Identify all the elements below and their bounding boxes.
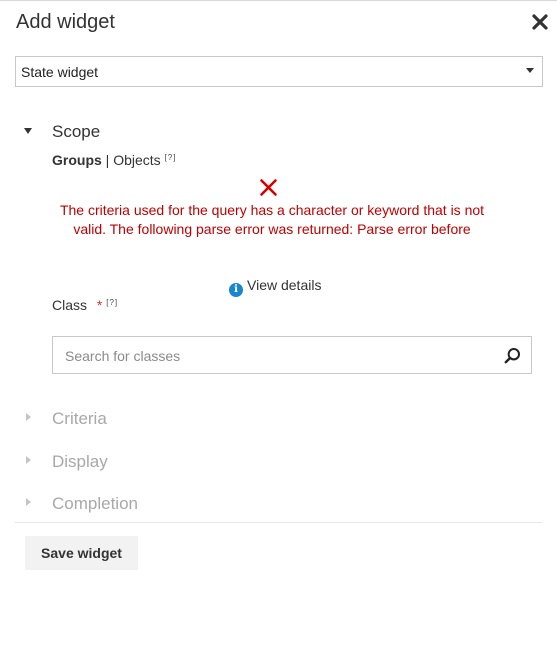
error-x-icon (260, 179, 277, 196)
collapsed-triangle-icon (26, 498, 31, 506)
top-border (0, 0, 557, 1)
section-scope-label: Scope (52, 122, 101, 141)
chevron-down-icon (526, 68, 534, 73)
widget-type-select[interactable]: State widget (15, 56, 543, 87)
close-icon[interactable] (530, 12, 550, 32)
view-details-label: View details (247, 277, 322, 293)
class-label: Class (52, 297, 88, 313)
tab-groups[interactable]: Groups (52, 152, 102, 168)
save-widget-button[interactable]: Save widget (25, 536, 138, 570)
view-details-link[interactable]: i View details (229, 277, 321, 297)
class-help-link[interactable]: [?] (106, 298, 118, 307)
dialog-title: Add widget (16, 11, 115, 33)
tab-separator: | (105, 152, 110, 168)
section-completion-label: Completion (52, 494, 138, 513)
required-marker: * (96, 297, 103, 313)
section-display-label: Display (52, 452, 108, 471)
collapsed-triangle-icon (26, 413, 31, 421)
tab-objects[interactable]: Objects (113, 152, 160, 168)
class-search-input[interactable] (65, 346, 485, 366)
class-search-box (52, 336, 532, 374)
widget-type-value: State widget (21, 64, 99, 80)
collapsed-triangle-icon (26, 456, 31, 464)
info-icon: i (229, 283, 243, 297)
section-criteria-label: Criteria (52, 409, 107, 428)
scope-help-link[interactable]: [?] (165, 153, 177, 162)
class-label-row: Class * [?] (52, 297, 118, 313)
expanded-triangle-icon (24, 128, 32, 134)
scope-tabs: Groups | Objects [?] (52, 152, 176, 168)
search-icon[interactable] (504, 347, 521, 364)
error-message: The criteria used for the query has a ch… (59, 202, 485, 237)
footer-divider (15, 522, 542, 523)
